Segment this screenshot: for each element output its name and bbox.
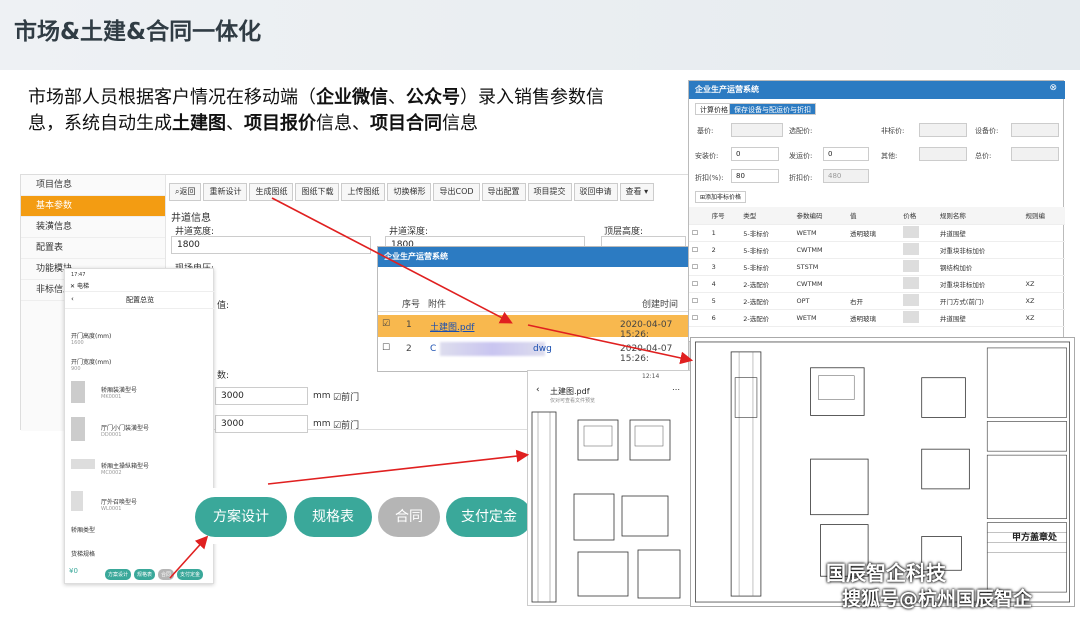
watermark-line1: 国辰智企科技 xyxy=(826,561,946,585)
watermark-line2: 搜狐号@杭州国辰智企 xyxy=(842,588,1033,610)
flow-arrows xyxy=(169,197,694,579)
